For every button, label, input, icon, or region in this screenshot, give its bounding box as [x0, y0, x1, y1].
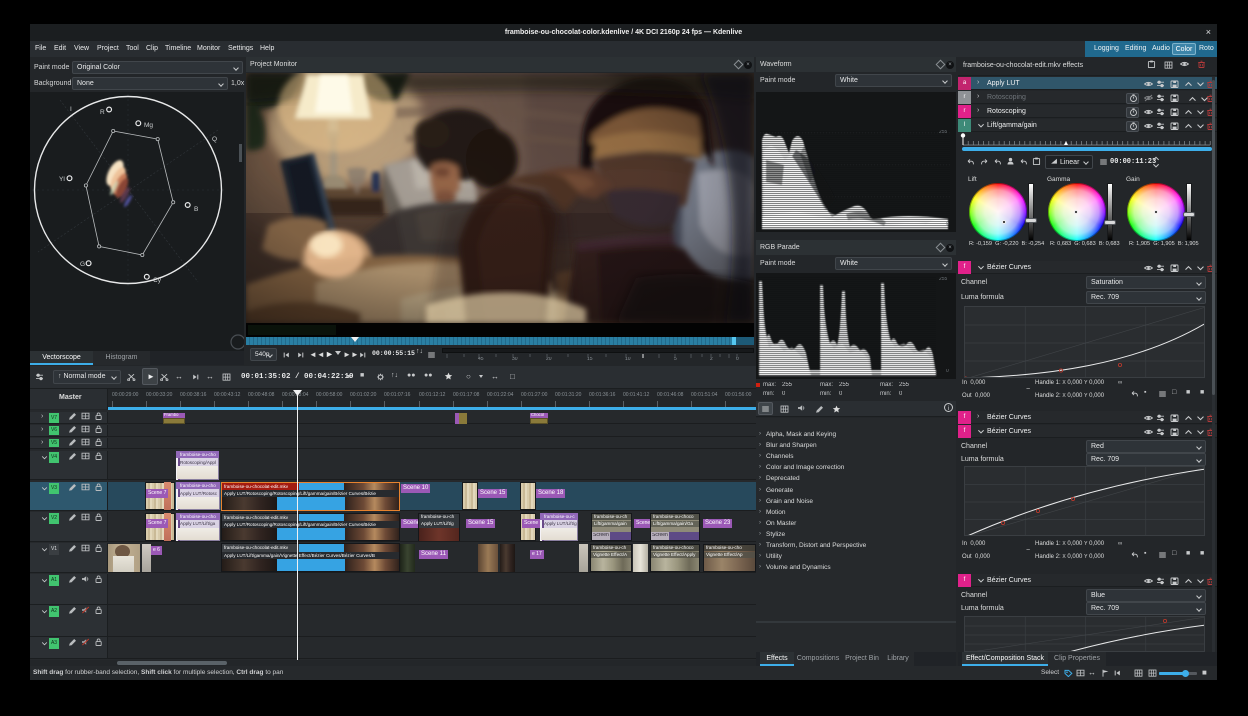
svg-text:G: G — [80, 261, 85, 268]
svg-text:R: R — [100, 109, 105, 116]
svg-text:Cy: Cy — [153, 277, 162, 284]
svg-text:B: B — [194, 206, 198, 213]
svg-text:Yl: Yl — [59, 176, 65, 183]
svg-text:Q: Q — [212, 136, 217, 143]
svg-text:Mg: Mg — [144, 122, 153, 129]
svg-text:I: I — [70, 106, 72, 113]
